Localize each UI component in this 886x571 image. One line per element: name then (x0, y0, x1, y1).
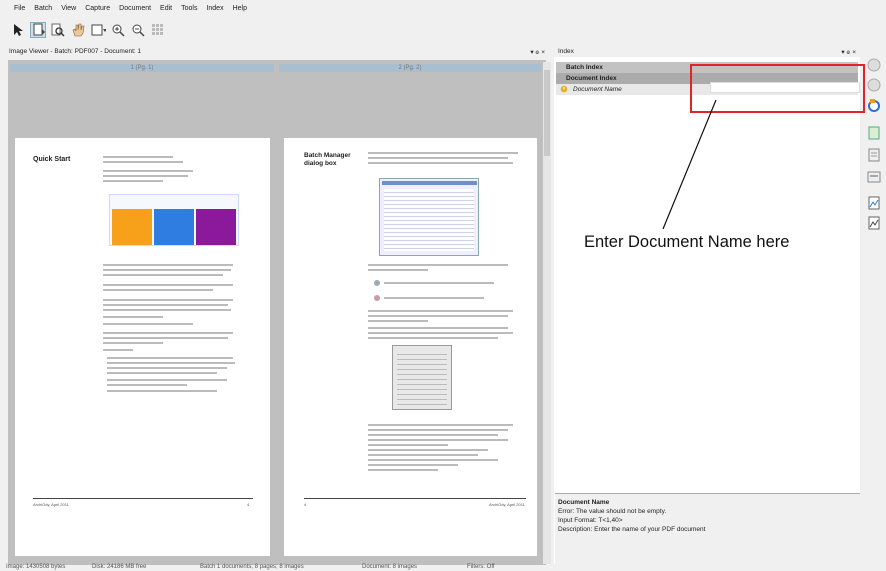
document-name-label: Document Name (573, 86, 622, 93)
page-2-image[interactable]: Batch Manager dialog box 4 ArchiOdy, Apr… (284, 138, 537, 556)
image-alt-icon[interactable] (867, 216, 881, 230)
viewer-scrollbar[interactable] (543, 62, 551, 564)
validate-icon[interactable] (867, 98, 881, 112)
forward-circle-icon[interactable] (867, 78, 881, 92)
warning-icon (560, 84, 568, 95)
panel-controls[interactable]: ▾ ๏ × (530, 47, 545, 57)
description-title: Document Name (558, 499, 610, 506)
page-1-image[interactable]: Quick Start ArchiOdy, April 2011 4 (15, 138, 270, 556)
page-2-header[interactable]: 2 (Pg. 2) (279, 64, 541, 72)
zoom-in-icon[interactable] (110, 22, 126, 38)
page-1-heading: Quick Start (33, 156, 71, 163)
page-2-screenshot-1 (379, 178, 479, 256)
image-viewer-header: Image Viewer - Batch: PDF007 - Document:… (5, 46, 549, 57)
menu-file[interactable]: File (14, 5, 25, 12)
page-2-footer-left: 4 (304, 502, 307, 507)
select-page-icon[interactable] (30, 22, 46, 38)
menu-capture[interactable]: Capture (85, 5, 110, 12)
status-image: Image: 1430508 bytes (6, 564, 66, 570)
menu-tools[interactable]: Tools (181, 5, 197, 12)
index-panel: Index ▾ ๏ × Batch Index Document Index D… (554, 46, 860, 564)
page-2-screenshot-2 (392, 345, 452, 410)
image-icon[interactable] (867, 196, 881, 210)
index-panel-controls[interactable]: ▾ ๏ × (841, 47, 856, 57)
page-1-footer-left: ArchiOdy, April 2011 (33, 502, 69, 507)
index-header: Index ▾ ๏ × (554, 46, 860, 57)
menu-batch[interactable]: Batch (34, 5, 52, 12)
toolbar (0, 17, 886, 43)
description-text: Description: Enter the name of your PDF … (558, 526, 706, 533)
page-1-header[interactable]: 1 (Pg. 1) (10, 64, 274, 72)
highlight-box (690, 64, 865, 113)
index-title: Index (558, 48, 574, 55)
menu-view[interactable]: View (61, 5, 76, 12)
page-2-heading: Batch Manager dialog box (304, 152, 351, 167)
image-viewer-title: Image Viewer - Batch: PDF007 - Document:… (9, 48, 142, 55)
document-gray-icon[interactable] (867, 148, 881, 162)
status-batch: Batch 1 documents; 8 pages; 8 images (200, 564, 304, 570)
scrollbar-thumb[interactable] (544, 70, 550, 156)
zoom-out-icon[interactable] (130, 22, 146, 38)
arrow-icon[interactable] (10, 22, 26, 38)
description-error: Error: The value should not be empty. (558, 508, 667, 515)
page-1-footer-right: 4 (247, 502, 250, 507)
callout-text: Enter Document Name here (584, 233, 790, 251)
status-filters: Filters: Off (467, 564, 495, 570)
hand-icon[interactable] (70, 22, 86, 38)
right-toolbar (866, 56, 886, 236)
menu-index[interactable]: Index (206, 5, 223, 12)
status-bar: Image: 1430508 bytes Disk: 24186 MB free… (0, 564, 886, 571)
page-2-footer-right: ArchiOdy, April 2011 (489, 502, 525, 507)
image-viewer-panel: Image Viewer - Batch: PDF007 - Document:… (5, 46, 549, 565)
menu-help[interactable]: Help (233, 5, 247, 12)
page-1-screenshot (109, 194, 239, 246)
menu-edit[interactable]: Edit (160, 5, 172, 12)
field-description: Document Name Error: The value should no… (555, 493, 860, 565)
batch-document-icon[interactable] (867, 170, 881, 184)
description-format: Input Format: T<1,40> (558, 517, 623, 524)
status-document: Document: 8 images (362, 564, 418, 570)
document-green-icon[interactable] (867, 126, 881, 140)
fit-page-icon[interactable] (90, 22, 106, 38)
magnify-icon[interactable] (50, 22, 66, 38)
menu-bar: File Batch View Capture Document Edit To… (0, 0, 886, 16)
pages-area: 1 (Pg. 1) 2 (Pg. 2) Quick Start ArchiOdy… (8, 60, 546, 565)
thumbnails-icon[interactable] (150, 22, 166, 38)
back-circle-icon[interactable] (867, 58, 881, 72)
status-disk: Disk: 24186 MB free (92, 564, 147, 570)
menu-document[interactable]: Document (119, 5, 151, 12)
